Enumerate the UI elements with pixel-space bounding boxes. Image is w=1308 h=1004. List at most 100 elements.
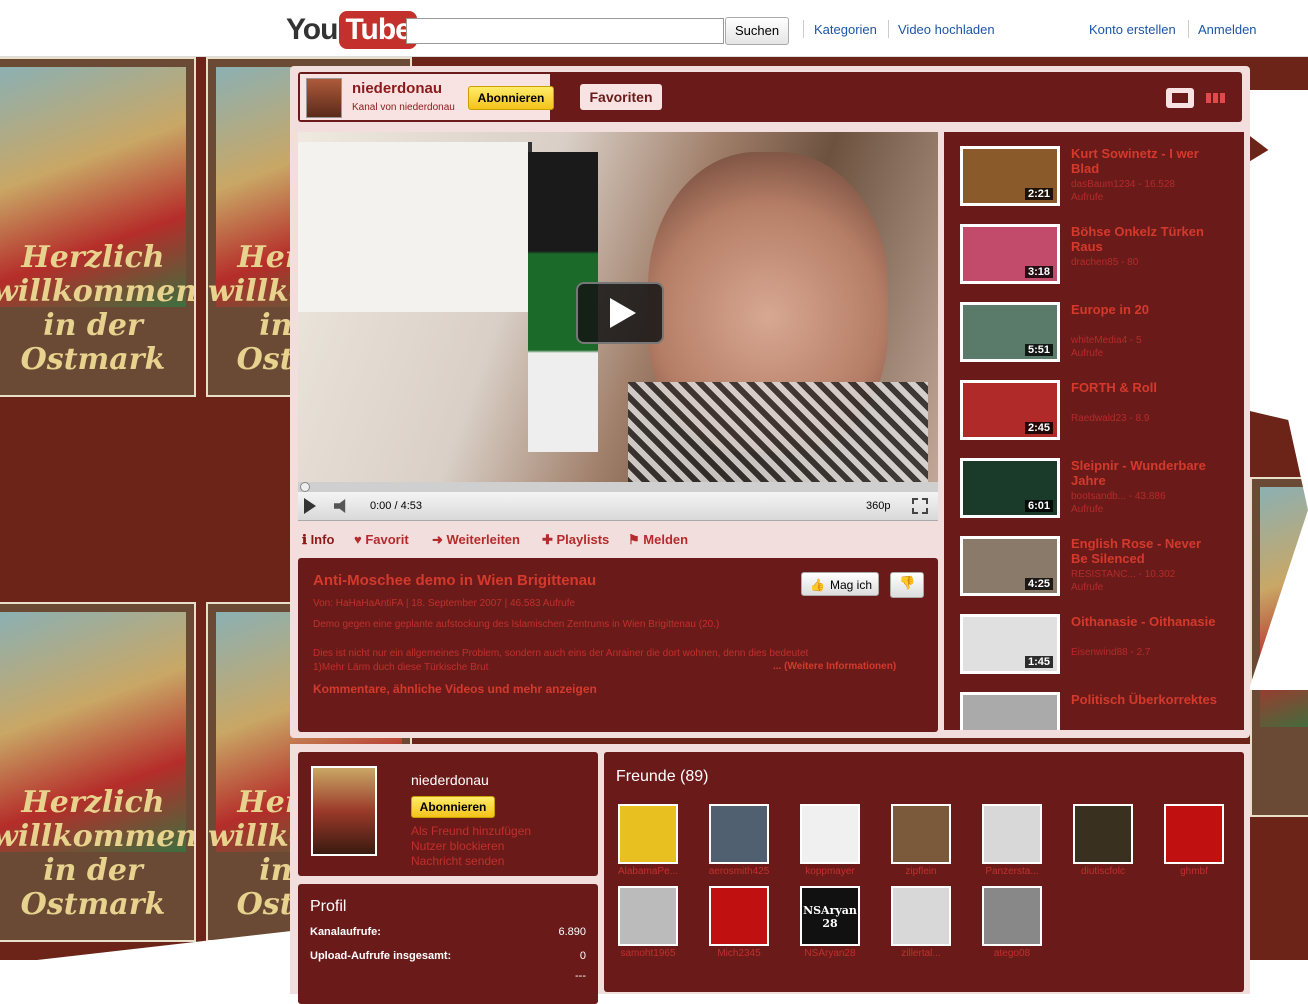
channel-avatar[interactable] (306, 78, 342, 118)
playlist-item-title[interactable]: Böhse Onkelz Türken Raus (1071, 224, 1221, 254)
friend-item[interactable]: aerosmith425 (707, 804, 771, 877)
playlist-item[interactable]: 2:21 Kurt Sowinetz - I wer Blad dasBaum123… (960, 146, 1244, 212)
video-thumbnail[interactable]: 4:25 (960, 536, 1060, 596)
tab-favorites[interactable]: Favoriten (580, 84, 662, 110)
playlist-item-title[interactable]: FORTH & Roll (1071, 380, 1221, 395)
search-input[interactable] (406, 18, 724, 44)
friend-name[interactable]: Panzersta... (980, 866, 1044, 877)
create-account-link[interactable]: Konto erstellen (1089, 22, 1176, 37)
friend-item[interactable]: zillertal... (889, 886, 953, 959)
friend-item[interactable]: koppmayer (798, 804, 862, 877)
playlist-item[interactable]: 2:45 FORTH & Roll Raedwald23 - 8.9 (960, 380, 1244, 446)
playlist-item-title[interactable]: Kurt Sowinetz - I wer Blad (1071, 146, 1221, 176)
channel-main: niederdonau Kanal von niederdonau Abonni… (290, 66, 1250, 738)
friend-avatar[interactable]: NSAryan 28 (800, 886, 860, 946)
friend-avatar[interactable] (800, 804, 860, 864)
friend-item[interactable]: diutiscfolc (1071, 804, 1135, 877)
show-more-link[interactable]: Kommentare, ähnliche Videos und mehr anz… (313, 682, 597, 696)
upload-video-link[interactable]: Video hochladen (898, 22, 995, 37)
playlist-item-title[interactable]: Politisch Überkorrektes (1071, 692, 1221, 707)
video-thumbnail[interactable]: 2:21 (960, 146, 1060, 206)
subscribe-button[interactable]: Abonnieren (468, 86, 554, 110)
friend-avatar[interactable] (709, 804, 769, 864)
friend-item[interactable]: AlabamaPe... (616, 804, 680, 877)
quality-selector[interactable]: 360p (866, 500, 890, 512)
report-button[interactable]: ⚑ Melden (628, 532, 688, 548)
progress-bar[interactable] (298, 482, 938, 492)
friend-item[interactable]: Panzersta... (980, 804, 1044, 877)
friend-item[interactable]: atego08 (980, 886, 1044, 959)
video-thumbnail[interactable]: 2:45 (960, 380, 1060, 440)
card-subscribe-button[interactable]: Abonnieren (411, 796, 495, 818)
card-channel-name[interactable]: niederdonau (411, 772, 489, 788)
friend-name[interactable]: samoht1965 (616, 948, 680, 959)
friend-item[interactable]: Mich2345 (707, 886, 771, 959)
grid-view-icon[interactable] (1202, 88, 1230, 108)
playlist-item-meta: RESISTANC... - 10.302 (1071, 569, 1176, 580)
playlist-item-title[interactable]: Europe in 20 (1071, 302, 1221, 317)
block-user-link[interactable]: Nutzer blockieren (411, 839, 504, 853)
friend-name[interactable]: koppmayer (798, 866, 862, 877)
friend-name[interactable]: Mich2345 (707, 948, 771, 959)
play-icon[interactable] (304, 498, 316, 514)
youtube-logo[interactable]: You Tube (286, 10, 417, 50)
friend-avatar[interactable] (982, 886, 1042, 946)
friend-name[interactable]: zillertal... (889, 948, 953, 959)
friend-avatar[interactable] (618, 886, 678, 946)
friend-avatar[interactable] (891, 886, 951, 946)
video-thumbnail[interactable]: 6:01 (960, 458, 1060, 518)
friend-name[interactable]: ghmbf (1162, 866, 1226, 877)
volume-icon[interactable] (334, 499, 346, 513)
more-info-link[interactable]: ... (Weitere Informationen) (773, 661, 896, 672)
friend-name[interactable]: diutiscfolc (1071, 866, 1135, 877)
friend-avatar[interactable] (618, 804, 678, 864)
playlist-item[interactable]: 6:01 Sleipnir - Wunderbare Jahre bootsandb… (960, 458, 1244, 524)
friend-avatar[interactable] (982, 804, 1042, 864)
friend-name[interactable]: atego08 (980, 948, 1044, 959)
player-view-icon[interactable] (1166, 88, 1194, 108)
video-thumbnail[interactable]: 1:45 (960, 614, 1060, 674)
video-thumbnail[interactable] (960, 692, 1060, 730)
friend-name[interactable]: aerosmith425 (707, 866, 771, 877)
channel-subtitle: Kanal von niederdonau (352, 102, 455, 113)
friend-item[interactable]: zipflein (889, 804, 953, 877)
playlist-item[interactable]: Politisch Überkorrektes (960, 692, 1244, 730)
play-overlay-button[interactable] (576, 282, 664, 344)
channel-name[interactable]: niederdonau (352, 80, 442, 97)
share-button[interactable]: ➜ Weiterleiten (432, 532, 520, 548)
friend-item[interactable]: samoht1965 (616, 886, 680, 959)
playlist-item-title[interactable]: Sleipnir - Wunderbare Jahre (1071, 458, 1221, 488)
favorite-button[interactable]: ♥ Favorit (354, 532, 409, 547)
add-friend-link[interactable]: Als Freund hinzufügen (411, 824, 531, 838)
send-message-link[interactable]: Nachricht senden (411, 854, 504, 868)
friend-avatar[interactable] (891, 804, 951, 864)
categories-link[interactable]: Kategorien (814, 22, 877, 37)
playlist-item[interactable]: 3:18 Böhse Onkelz Türken Raus drachen85 - … (960, 224, 1244, 290)
friend-avatar[interactable] (709, 886, 769, 946)
playlist-item[interactable]: 4:25 English Rose - Never Be Silenced RESI… (960, 536, 1244, 602)
friend-avatar[interactable] (1164, 804, 1224, 864)
playlist-item-title[interactable]: Oithanasie - Oithanasie (1071, 614, 1221, 629)
fullscreen-icon[interactable] (912, 498, 928, 514)
playlist-item[interactable]: 1:45 Oithanasie - Oithanasie Eisenwind88 -… (960, 614, 1244, 680)
friend-name[interactable]: NSAryan28 (798, 948, 862, 959)
tab-info[interactable]: ℹ Info (302, 532, 335, 548)
playlist-item-title[interactable]: English Rose - Never Be Silenced (1071, 536, 1221, 566)
video-thumbnail[interactable]: 5:51 (960, 302, 1060, 362)
video-thumbnail[interactable]: 3:18 (960, 224, 1060, 284)
background-tile: Herzlich willkommen in der Ostmark (0, 602, 196, 942)
search-button[interactable]: Suchen (725, 17, 789, 45)
playlist-item-meta: whiteMedia4 - 5 (1071, 335, 1142, 346)
sign-in-link[interactable]: Anmelden (1198, 22, 1257, 37)
friend-item[interactable]: ghmbf (1162, 804, 1226, 877)
friend-avatar[interactable] (1073, 804, 1133, 864)
friend-name[interactable]: AlabamaPe... (616, 866, 680, 877)
playlists-button[interactable]: ✚ Playlists (542, 532, 609, 548)
dislike-button[interactable]: 👎 (890, 572, 924, 598)
friend-item[interactable]: NSAryan 28 NSAryan28 (798, 886, 862, 959)
playlist-item[interactable]: 5:51 Europe in 20 whiteMedia4 - 5 Aufrufe (960, 302, 1244, 368)
like-button[interactable]: 👍 Mag ich (801, 572, 879, 596)
video-player[interactable] (298, 132, 938, 492)
friend-name[interactable]: zipflein (889, 866, 953, 877)
channel-avatar-large[interactable] (311, 766, 377, 856)
